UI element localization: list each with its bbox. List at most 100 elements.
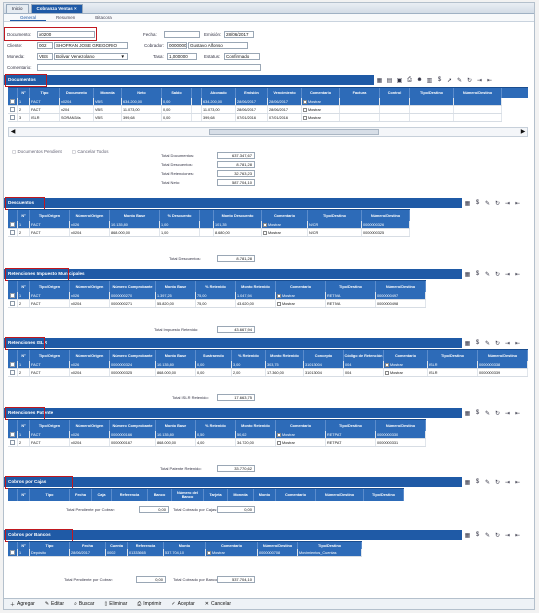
- refresh-icon[interactable]: ↻: [494, 479, 501, 486]
- row-checkbox[interactable]: [8, 114, 18, 121]
- dollar-icon[interactable]: $: [436, 77, 443, 84]
- s1-col-header[interactable]: Número/Destino: [454, 88, 502, 98]
- edit-icon[interactable]: ✎: [484, 532, 491, 539]
- checkbox[interactable]: [10, 550, 15, 555]
- comentario-input[interactable]: [37, 64, 261, 71]
- export-icon[interactable]: ⇥: [504, 271, 511, 278]
- cobrador-code-input[interactable]: 0000000: [167, 42, 187, 49]
- s1-col-header[interactable]: Tipo: [30, 88, 60, 98]
- edit-icon[interactable]: ✎: [484, 200, 491, 207]
- s1-col-header[interactable]: Control: [380, 88, 410, 98]
- mostrar-cell[interactable]: Mostrar: [276, 292, 326, 299]
- db-icon[interactable]: ▥: [426, 77, 433, 84]
- import-icon[interactable]: ⇤: [514, 532, 521, 539]
- table-row[interactable]: 2 FACT x0204 868.000,00 1,00 8.680,00 Mostrar N…: [8, 229, 410, 237]
- s2-col-header[interactable]: [8, 210, 18, 221]
- s6-col-header[interactable]: Monto: [254, 489, 276, 501]
- refresh-icon[interactable]: ↻: [466, 77, 473, 84]
- mostrar-cell[interactable]: Mostrar: [276, 431, 326, 438]
- row-checkbox[interactable]: [8, 361, 18, 368]
- export-icon[interactable]: ⇥: [504, 340, 511, 347]
- s6-col-header[interactable]: Comentario: [276, 489, 316, 501]
- s1-col-header[interactable]: Tipo/Destino: [410, 88, 454, 98]
- dollar-icon[interactable]: $: [474, 532, 481, 539]
- s4-col-header[interactable]: Monto Retenido: [266, 350, 304, 361]
- export-icon[interactable]: ⇥: [504, 479, 511, 486]
- row-checkbox[interactable]: [8, 369, 18, 376]
- mostrar-cell[interactable]: Mostrar: [302, 106, 340, 113]
- s1-col-header[interactable]: [192, 88, 202, 98]
- s6-col-header[interactable]: Número del Banco: [172, 489, 204, 501]
- table-row[interactable]: 2 FACT x0204 0000000167 868.000,00 4,00 34.720…: [8, 439, 426, 447]
- mostrar-label[interactable]: Mostrar: [308, 100, 321, 104]
- mostrar-label[interactable]: Mostrar: [282, 302, 295, 306]
- grid-icon[interactable]: ▦: [464, 340, 471, 347]
- s6-col-header[interactable]: N°: [18, 489, 30, 501]
- s2-col-header[interactable]: Número/Origen: [70, 210, 110, 221]
- s1-col-header[interactable]: Factura: [340, 88, 380, 98]
- s3-col-header[interactable]: % Retenido: [196, 281, 236, 292]
- tab-cobranza[interactable]: Cobranza Ventas ×: [30, 4, 83, 13]
- s6-col-header[interactable]: Tarjeta: [204, 489, 228, 501]
- s6-col-header[interactable]: Fecha: [70, 489, 92, 501]
- emision-input[interactable]: 28/06/2017: [224, 31, 254, 38]
- s6-col-header[interactable]: Banco: [148, 489, 172, 501]
- chevron-right-icon[interactable]: ▶: [519, 128, 527, 136]
- user-icon[interactable]: ☻: [416, 77, 423, 84]
- s5-col-header[interactable]: Tipo/Destino: [326, 420, 376, 431]
- table-row[interactable]: 1 FACT x026 0000000270 1.397,25 75,00 1.047,94…: [8, 292, 426, 300]
- s1-col-header[interactable]: Comentario: [302, 88, 340, 98]
- s2-col-header[interactable]: Tipo/Origen: [30, 210, 70, 221]
- tasa-input[interactable]: 1,000000: [167, 53, 197, 60]
- s4-col-header[interactable]: Comentario: [384, 350, 428, 361]
- imprimir-button[interactable]: ⎙ Imprimir: [137, 601, 161, 607]
- grid-icon[interactable]: ▦: [464, 479, 471, 486]
- s3-col-header[interactable]: Comentario: [276, 281, 326, 292]
- row-checkbox[interactable]: [8, 439, 18, 446]
- s4-col-header[interactable]: Código de Retención: [344, 350, 384, 361]
- s3-col-header[interactable]: Tipo/Destino: [326, 281, 376, 292]
- s7-col-header[interactable]: N°: [18, 542, 30, 549]
- import-icon[interactable]: ⇤: [514, 479, 521, 486]
- tab-inicio[interactable]: Inicio: [6, 4, 29, 13]
- table-row[interactable]: 2 FACT x204 VBS 11.073,00 0,00 11.073,00 28/06/…: [8, 106, 502, 114]
- mostrar-cell[interactable]: Mostrar: [262, 221, 308, 228]
- s3-col-header[interactable]: Monto Retenido: [236, 281, 276, 292]
- checkbox[interactable]: [10, 230, 15, 235]
- documentos-pendientes-button[interactable]: ▢ Documentos Pendient: [12, 149, 62, 155]
- s7-col-header[interactable]: Número/Destino: [258, 542, 298, 549]
- mostrar-cell[interactable]: Mostrar: [302, 98, 340, 105]
- cliente-code-input[interactable]: 002: [37, 42, 53, 49]
- dollar-icon[interactable]: $: [474, 410, 481, 417]
- mostrar-cell[interactable]: Mostrar: [276, 439, 326, 446]
- s3-col-header[interactable]: [8, 281, 18, 292]
- s2-col-header[interactable]: % Descuento: [160, 210, 200, 221]
- s7-col-header[interactable]: Comentario: [206, 542, 258, 549]
- aceptar-button[interactable]: ✓ Aceptar: [171, 601, 194, 607]
- s6-col-header[interactable]: Tipo/Destino: [364, 489, 404, 501]
- s1-col-header[interactable]: Saldo: [162, 88, 192, 98]
- grid-icon[interactable]: ▦: [464, 410, 471, 417]
- table-row[interactable]: 2 FACT x0204 0000000271 55.820,00 75,00 43.620…: [8, 300, 426, 308]
- s5-col-header[interactable]: % Retenido: [196, 420, 236, 431]
- mostrar-label[interactable]: Mostrar: [282, 441, 295, 445]
- chevron-down-icon[interactable]: ▼: [121, 54, 125, 59]
- doc-icon[interactable]: ▤: [386, 77, 393, 84]
- s5-col-header[interactable]: Número Comprobante: [110, 420, 156, 431]
- row-checkbox[interactable]: [8, 431, 18, 438]
- mostrar-label[interactable]: Mostrar: [390, 363, 403, 367]
- s4-col-header[interactable]: [8, 350, 18, 361]
- s1-col-header[interactable]: Emisión: [236, 88, 268, 98]
- row-checkbox[interactable]: [8, 106, 18, 113]
- scrollbar-thumb[interactable]: [209, 129, 379, 135]
- import-icon[interactable]: ⇤: [486, 77, 493, 84]
- mostrar-label[interactable]: Mostrar: [308, 108, 321, 112]
- s7-col-header[interactable]: Cuenta: [106, 542, 128, 549]
- s4-col-header[interactable]: Número Comprobante: [110, 350, 156, 361]
- arrow-icon[interactable]: ➚: [446, 77, 453, 84]
- s6-col-header[interactable]: Tipo: [30, 489, 70, 501]
- s2-col-header[interactable]: N°: [18, 210, 30, 221]
- checkbox[interactable]: [10, 107, 15, 112]
- s4-col-header[interactable]: % Retenido: [232, 350, 266, 361]
- edit-icon[interactable]: ✎: [484, 479, 491, 486]
